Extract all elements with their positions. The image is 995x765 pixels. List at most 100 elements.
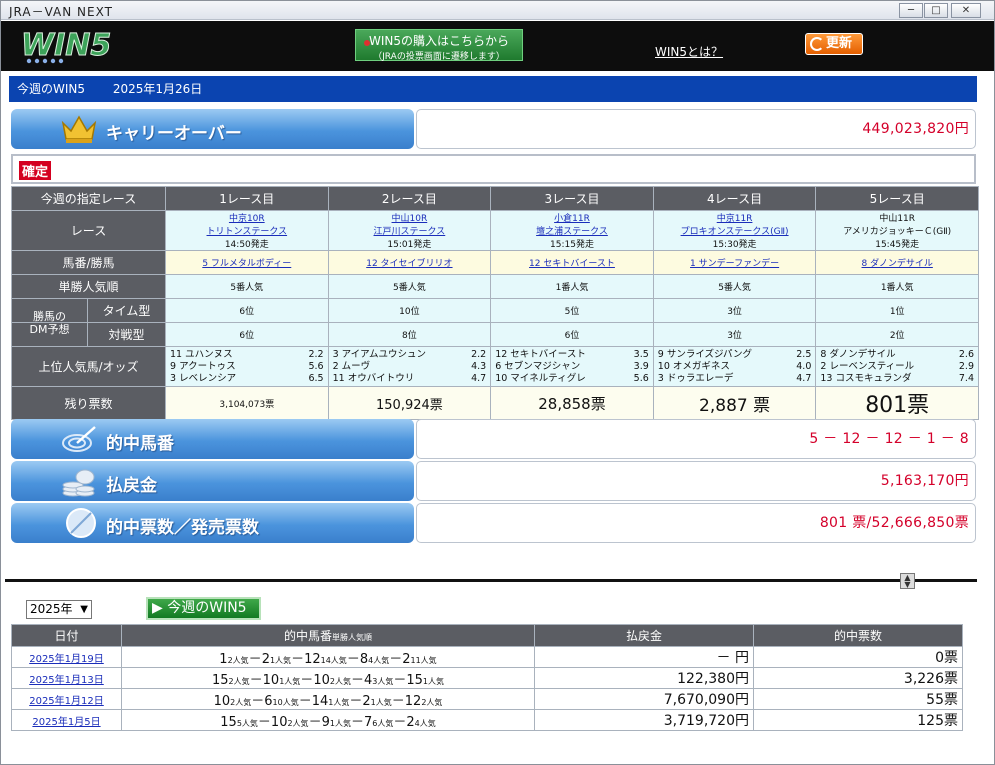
history-sequence: 155人気－102人気－91人気－76人気－24人気 <box>121 709 535 731</box>
row-label-remain: 残り票数 <box>11 386 166 420</box>
pop-cell: 5番人気 <box>165 274 329 299</box>
race-name[interactable]: プロキオンステークス(GⅡ) <box>654 224 816 237</box>
odds-value: 5.6 <box>633 372 649 384</box>
row-label-dm: 勝馬の DM予想 <box>12 298 88 347</box>
odds-horse: 3 ドゥラエレーデ <box>657 372 734 384</box>
row-label-pop: 単勝人気順 <box>11 274 166 299</box>
maximize-button[interactable]: □ <box>924 3 948 18</box>
race-venue[interactable]: 中山10R <box>329 211 491 224</box>
header-cell: 2レース目 <box>327 186 492 211</box>
resize-handle[interactable]: ▲ ▼ <box>900 573 915 589</box>
race-name[interactable]: トリトンステークス <box>166 224 328 237</box>
odds-cell: 8 ダノンデサイル 2.6 2 レーベンスティール 2.9 13 コスモキュランダ 7… <box>815 346 979 387</box>
race-venue[interactable]: 中京11R <box>654 211 816 224</box>
race-name[interactable]: 壇之浦ステークス <box>491 224 653 237</box>
history-sequence: 152人気－101人気－102人気－43人気－151人気 <box>121 667 535 689</box>
section-divider <box>5 579 977 582</box>
odds-value: 4.7 <box>471 372 487 384</box>
dm-label-group: 勝馬の DM予想 タイム型 対戦型 <box>11 298 166 347</box>
odds-horse: 8 ダノンデサイル <box>820 348 896 360</box>
header-cell: 日付 <box>11 624 122 647</box>
this-week-button[interactable]: ▶ 今週のWIN5 <box>146 597 261 620</box>
refresh-button[interactable]: 更新 <box>805 33 863 55</box>
vs-rank: 3位 <box>652 322 817 347</box>
race-start: 15:15発走 <box>550 240 594 250</box>
remaining-votes: 28,858票 <box>490 386 654 420</box>
row-label-horse: 馬番/勝馬 <box>11 250 166 275</box>
row-label-race: レース <box>11 210 166 251</box>
week-date: 2025年1月26日 <box>112 82 203 96</box>
header-cell: 今週の指定レース <box>11 186 166 211</box>
pop-cell: 5番人気 <box>652 274 817 299</box>
history-payout: 7,670,090円 <box>534 688 754 710</box>
app-window: JRA－VAN NEXT ─ □ ✕ WIN5 WIN5の購入はこちらから （J… <box>0 0 995 765</box>
race-venue[interactable]: 中京10R <box>166 211 328 224</box>
odds-value: 2.9 <box>958 360 974 372</box>
race-name[interactable]: 江戸川ステークス <box>329 224 491 237</box>
history-date-link[interactable]: 2025年1月19日 <box>29 654 104 665</box>
odds-cell: 3 アイアムユウシュン 2.2 2 ムーヴ 4.3 11 オウバイトウリ 4.7 <box>327 346 492 387</box>
race-cell[interactable]: 中山10R 江戸川ステークス 15:01発走 <box>327 210 492 251</box>
winner-link[interactable]: 8 ダノンデサイル <box>862 259 933 269</box>
race-cell[interactable]: 小倉11R 壇之浦ステークス 15:15発走 <box>490 210 654 251</box>
odds-cell: 12 セキトバイースト 3.5 6 セブンマジシャン 3.9 10 マイネルティグレ… <box>490 346 654 387</box>
odds-value: 2.6 <box>958 348 974 360</box>
odds-horse: 11 オウバイトウリ <box>332 372 415 384</box>
history-sequence: 12人気－21人気－1214人気－84人気－211人気 <box>121 646 535 668</box>
year-select-value: 2025年 <box>30 602 73 616</box>
refresh-icon <box>810 37 824 51</box>
time-rank: 1位 <box>815 298 979 323</box>
winner-link[interactable]: 12 タイセイブリリオ <box>366 259 452 269</box>
odds-horse: 10 マイネルティグレ <box>495 372 586 384</box>
race-cell[interactable]: 中京11R プロキオンステークス(GⅡ) 15:30発走 <box>652 210 817 251</box>
window-title: JRA－VAN NEXT <box>9 5 113 19</box>
history-hits: 0票 <box>753 646 963 668</box>
race-cell: 中山11R アメリカジョッキーＣ(GⅡ) 15:45発走 <box>815 210 979 251</box>
target-icon <box>62 426 96 452</box>
winner-link[interactable]: 12 セキトバイースト <box>529 259 615 269</box>
tickets-value: 801 票/52,666,850票 <box>416 503 976 543</box>
vs-rank: 8位 <box>327 322 492 347</box>
header-cell: 4レース目 <box>652 186 817 211</box>
buy-win5-button[interactable]: WIN5の購入はこちらから （JRAの投票画面に遷移します） <box>355 29 523 62</box>
status-badge: 確定 <box>19 161 52 180</box>
week-label: 今週のWIN5 <box>17 82 86 96</box>
history-date-link[interactable]: 2025年1月12日 <box>29 696 104 707</box>
header-text: 的中馬番 <box>283 629 332 643</box>
odds-horse: 13 コスモキュランダ <box>820 372 912 384</box>
race-cell[interactable]: 中京10R トリトンステークス 14:50発走 <box>165 210 329 251</box>
win5-logo: WIN5 <box>21 28 112 64</box>
time-rank: 5位 <box>490 298 654 323</box>
winner-link[interactable]: 1 サンデーファンデー <box>690 259 779 269</box>
remaining-votes: 150,924票 <box>327 386 492 420</box>
vs-rank: 6位 <box>165 322 329 347</box>
header-cell: 5レース目 <box>815 186 979 211</box>
winner-link[interactable]: 5 フルメタルボディー <box>202 259 291 269</box>
close-button[interactable]: ✕ <box>951 3 981 18</box>
odds-value: 2.2 <box>471 348 487 360</box>
buy-line1: WIN5の購入はこちらから <box>368 34 510 48</box>
history-date-link[interactable]: 2025年1月5日 <box>32 717 100 728</box>
year-select[interactable]: 2025年 ▼ <box>26 600 92 619</box>
race-table: 今週の指定レース 1レース目 2レース目 3レース目 4レース目 5レース目 レ… <box>11 186 979 420</box>
odds-value: 3.9 <box>633 360 649 372</box>
minimize-button[interactable]: ─ <box>899 3 923 18</box>
row-label-time: タイム型 <box>88 299 165 323</box>
time-rank: 3位 <box>652 298 817 323</box>
table-row: 2025年1月19日 12人気－21人気－1214人気－84人気－211人気 －… <box>11 646 963 668</box>
odds-horse: 2 レーベンスティール <box>820 360 915 372</box>
race-venue[interactable]: 小倉11R <box>491 211 653 224</box>
table-row: 2025年1月12日 102人気－610人気－141人気－21人気－122人気 … <box>11 688 963 710</box>
about-win5-link[interactable]: WIN5とは？ <box>655 43 723 60</box>
carryover-bar: キャリーオーバー <box>11 109 414 149</box>
remaining-votes: 3,104,073票 <box>165 386 329 420</box>
pop-cell: 5番人気 <box>327 274 492 299</box>
pop-cell: 1番人気 <box>815 274 979 299</box>
history-date-link[interactable]: 2025年1月13日 <box>29 675 104 686</box>
app-header: WIN5 WIN5の購入はこちらから （JRAの投票画面に遷移します） WIN5… <box>1 21 994 71</box>
header-cell: 1レース目 <box>165 186 329 211</box>
winning-numbers-value: 5 － 12 － 12 － 1 － 8 <box>416 419 976 459</box>
odds-horse: 3 アイアムユウシュン <box>332 348 427 360</box>
odds-value: 3.5 <box>633 348 649 360</box>
odds-value: 6.5 <box>308 372 324 384</box>
